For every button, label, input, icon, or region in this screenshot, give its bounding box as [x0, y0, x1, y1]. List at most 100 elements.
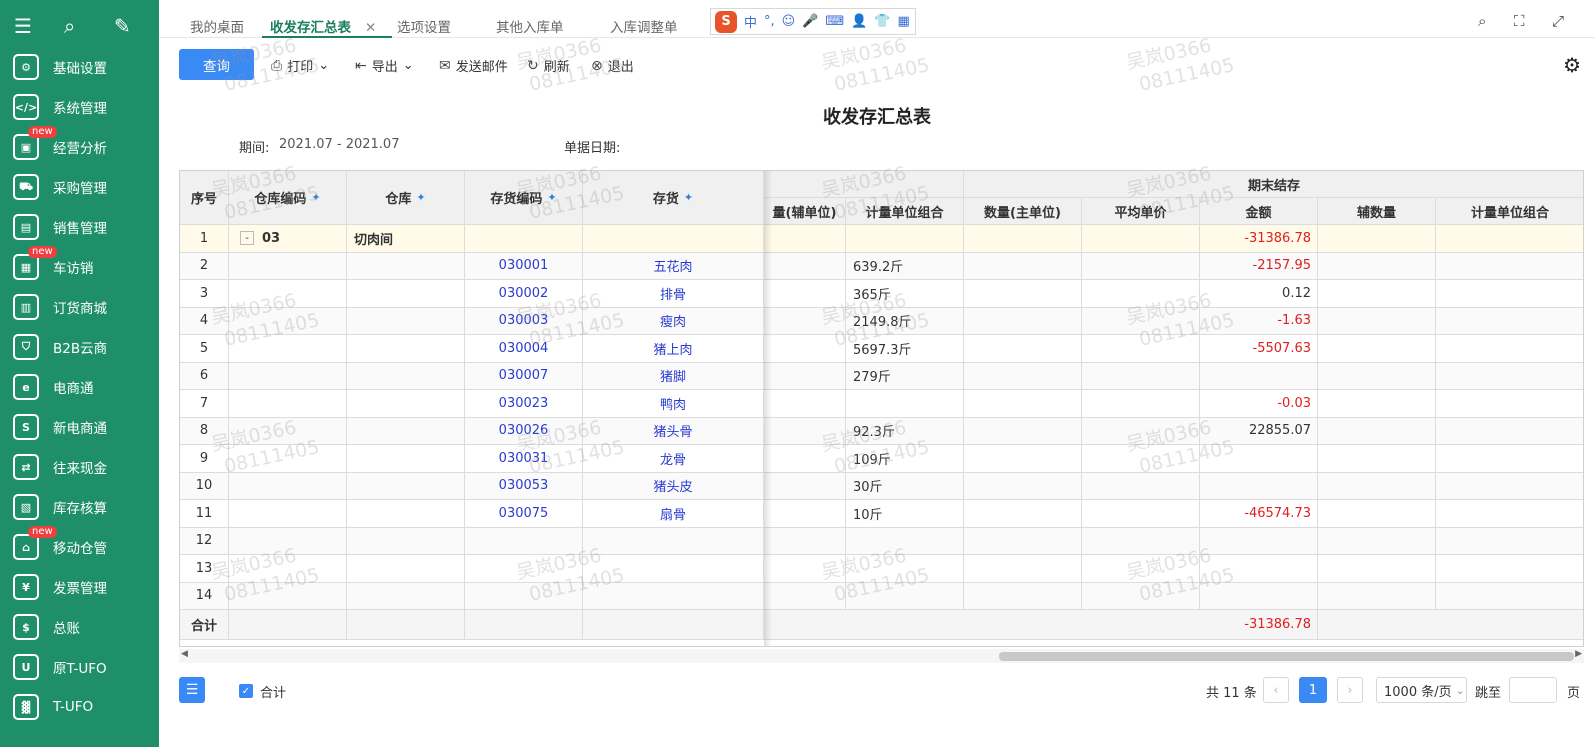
sidebar-item[interactable]: ▓ T-UFO: [0, 687, 159, 727]
column-header[interactable]: 存货编码 ✦: [465, 171, 583, 225]
code-icon: </>: [13, 94, 39, 120]
horizontal-scrollbar[interactable]: ◀ ▶: [179, 649, 1584, 663]
microphone-icon[interactable]: 🎤: [802, 14, 818, 29]
column-header[interactable]: 辅数量: [1318, 198, 1436, 225]
item-name-link[interactable]: 鸭肉: [583, 390, 764, 418]
sidebar-item[interactable]: e 电商通: [0, 367, 159, 407]
exit-button[interactable]: ⊗ 退出: [591, 56, 634, 76]
sidebar-item[interactable]: ⚙ 基础设置: [0, 47, 159, 87]
gear-icon[interactable]: ⚙: [1563, 53, 1581, 77]
goto-page-input[interactable]: [1509, 677, 1557, 703]
edit-icon[interactable]: ✎: [114, 14, 164, 38]
table-cell: [764, 390, 846, 418]
column-header[interactable]: 仓库 ✦: [347, 171, 465, 225]
item-code-link[interactable]: 030007: [465, 362, 583, 390]
sidebar-item[interactable]: S 新电商通: [0, 407, 159, 447]
scrollbar-thumb[interactable]: [999, 652, 1574, 661]
column-header[interactable]: 量(辅单位): [764, 198, 846, 225]
item-code-link[interactable]: 030003: [465, 307, 583, 335]
pin-icon[interactable]: ✦: [547, 191, 556, 204]
item-code-link[interactable]: 030075: [465, 500, 583, 528]
pin-icon[interactable]: ✦: [416, 191, 425, 204]
column-settings-button[interactable]: ☰: [179, 677, 205, 703]
sidebar-item[interactable]: ⛉ B2B云商: [0, 327, 159, 367]
search-icon[interactable]: ⌕: [64, 14, 114, 38]
export-button[interactable]: ⇤ 导出 ⌄: [355, 56, 414, 76]
print-button[interactable]: ⎙ 打印 ⌄: [271, 56, 329, 76]
tab-options[interactable]: 选项设置: [397, 16, 451, 36]
table-cell: [1318, 280, 1436, 308]
sidebar-item[interactable]: ⌂ 移动仓管 new: [0, 526, 159, 567]
item-name-link[interactable]: 猪上肉: [583, 335, 764, 363]
page-size-select[interactable]: 1000 条/页 ⌄: [1376, 677, 1467, 703]
tab-other-inbound[interactable]: 其他入库单: [496, 16, 564, 36]
send-email-button[interactable]: ✉ 发送邮件: [439, 56, 508, 76]
item-name-link[interactable]: 猪头皮: [583, 472, 764, 500]
sidebar-item[interactable]: ▣ 经营分析 new: [0, 126, 159, 167]
page-1-button[interactable]: 1: [1299, 677, 1327, 703]
column-header[interactable]: 数量(主单位): [964, 198, 1082, 225]
prev-page-button[interactable]: ‹: [1263, 677, 1289, 703]
table-cell: [964, 472, 1082, 500]
query-button[interactable]: 查询: [179, 49, 254, 80]
scroll-right-icon[interactable]: ▶: [1575, 649, 1582, 659]
sidebar-item[interactable]: ⛟ 采购管理: [0, 167, 159, 207]
item-code-link[interactable]: 030002: [465, 280, 583, 308]
pin-icon[interactable]: ✦: [684, 191, 693, 204]
menu-icon[interactable]: ☰: [14, 14, 64, 38]
item-name-link[interactable]: 扇骨: [583, 500, 764, 528]
grid-icon[interactable]: ▦: [898, 14, 910, 29]
sidebar-item[interactable]: ▥ 订货商城: [0, 287, 159, 327]
item-code-link[interactable]: 030004: [465, 335, 583, 363]
item-name-link[interactable]: 猪头骨: [583, 417, 764, 445]
column-header[interactable]: 仓库编码 ✦: [229, 171, 347, 225]
sum-checkbox[interactable]: ✓: [239, 684, 253, 698]
ime-mode[interactable]: 中: [744, 12, 757, 31]
fullscreen-icon[interactable]: ⛶: [1514, 12, 1525, 30]
sidebar-item[interactable]: ⇄ 往来现金: [0, 447, 159, 487]
expand-icon[interactable]: ⤢: [1552, 12, 1564, 30]
punctuation-icon[interactable]: °,: [764, 14, 775, 29]
keyboard-icon[interactable]: ⌨: [825, 14, 844, 29]
column-header[interactable]: 计量单位组合: [1436, 198, 1583, 225]
column-header[interactable]: 金额: [1200, 198, 1318, 225]
user-icon[interactable]: 👤: [851, 14, 867, 29]
column-header[interactable]: 序号: [180, 171, 229, 225]
close-icon[interactable]: ✕: [365, 20, 376, 36]
item-name-link[interactable]: 排骨: [583, 280, 764, 308]
sidebar-item[interactable]: ¥ 发票管理: [0, 567, 159, 607]
sidebar-item-label: 电商通: [53, 381, 94, 397]
tab-inbound-adjust[interactable]: 入库调整单: [610, 16, 678, 36]
search-icon[interactable]: ⌕: [1478, 12, 1486, 30]
sidebar-item[interactable]: ▤ 销售管理: [0, 207, 159, 247]
sidebar-item[interactable]: ▧ 库存核算: [0, 487, 159, 527]
tab-summary-report[interactable]: 收发存汇总表 ✕: [270, 16, 376, 36]
emoji-icon[interactable]: ☺: [782, 14, 796, 29]
sidebar-item-label: 原T-UFO: [53, 661, 107, 677]
sidebar-item[interactable]: $ 总账: [0, 607, 159, 647]
refresh-button[interactable]: ↻ 刷新: [527, 56, 570, 76]
ime-toolbar[interactable]: S 中 °, ☺ 🎤 ⌨ 👤 👕 ▦: [710, 8, 916, 35]
new-badge: new: [28, 526, 57, 538]
item-code-link[interactable]: 030026: [465, 417, 583, 445]
collapse-toggle[interactable]: -: [240, 231, 254, 246]
column-header[interactable]: 存货 ✦: [583, 171, 764, 225]
item-name-link[interactable]: 龙骨: [583, 445, 764, 473]
scroll-left-icon[interactable]: ◀: [181, 649, 188, 659]
item-code-link[interactable]: 030023: [465, 390, 583, 418]
next-page-button[interactable]: ›: [1337, 677, 1363, 703]
item-code-link[interactable]: 030031: [465, 445, 583, 473]
sidebar-item[interactable]: </> 系统管理: [0, 87, 159, 127]
item-code-link[interactable]: 030053: [465, 472, 583, 500]
pin-icon[interactable]: ✦: [311, 191, 320, 204]
sidebar-item[interactable]: U 原T-UFO: [0, 647, 159, 687]
column-header[interactable]: 平均单价: [1082, 198, 1200, 225]
column-header[interactable]: 计量单位组合: [846, 198, 964, 225]
skin-icon[interactable]: 👕: [874, 14, 890, 29]
sidebar-item[interactable]: ▦ 车访销 new: [0, 246, 159, 287]
item-name-link[interactable]: 五花肉: [583, 252, 764, 280]
tab-my-desktop[interactable]: 我的桌面: [190, 16, 244, 36]
item-code-link[interactable]: 030001: [465, 252, 583, 280]
item-name-link[interactable]: 瘦肉: [583, 307, 764, 335]
item-name-link[interactable]: 猪脚: [583, 362, 764, 390]
